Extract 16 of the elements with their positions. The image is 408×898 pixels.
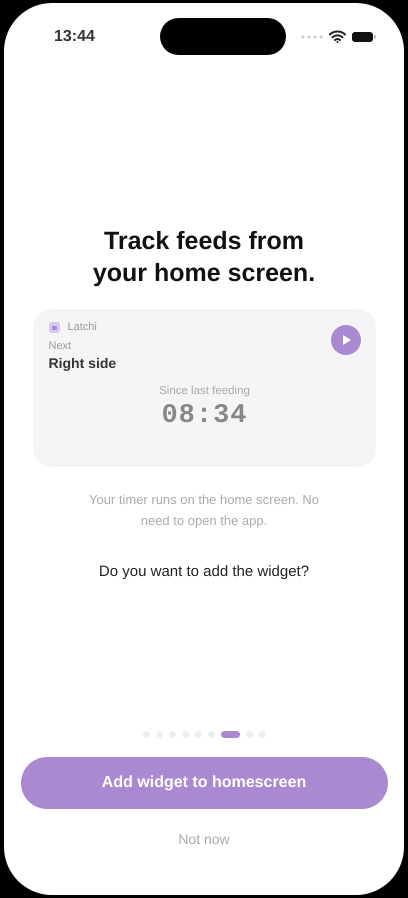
timer-value: 08:34	[160, 401, 248, 431]
timer-label: Since last feeding	[158, 385, 251, 397]
question-text: Do you want to add the widget?	[98, 563, 310, 580]
caption-text: Your timer runs on the home screen. No need to open the app.	[88, 491, 320, 530]
play-button[interactable]	[330, 325, 360, 355]
battery-icon	[352, 30, 376, 42]
next-label: Next	[48, 340, 72, 352]
wifi-icon	[329, 30, 346, 43]
onboarding-title: Track feeds from your home screen.	[92, 226, 316, 289]
not-now-button[interactable]: Not now	[170, 827, 238, 851]
app-name: Latchi	[68, 321, 97, 333]
signal-icon	[301, 34, 323, 38]
add-widget-button[interactable]: Add widget to homescreen	[20, 757, 388, 809]
app-icon	[48, 322, 60, 332]
status-time: 13:44	[54, 28, 96, 46]
next-side: Right side	[48, 355, 116, 371]
